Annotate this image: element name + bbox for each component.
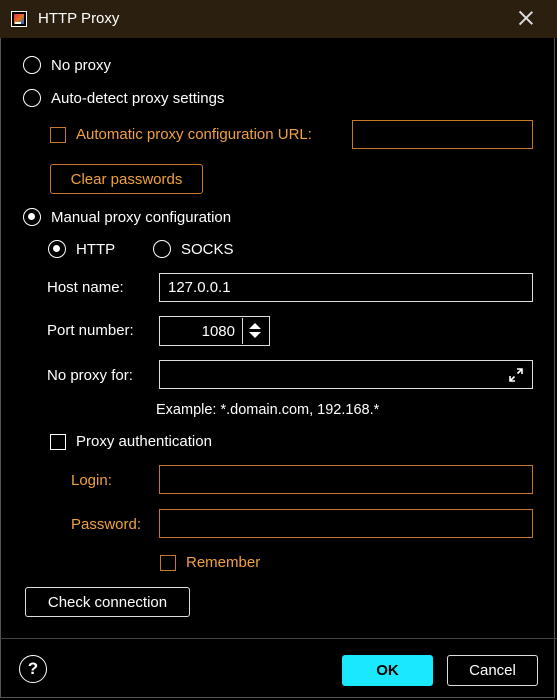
login-label: Login: [71,472,112,489]
checkbox-remember-box[interactable] [160,554,176,571]
radio-no-proxy-indicator[interactable] [23,56,41,74]
auto-config-url-input[interactable] [352,120,533,149]
footer-divider [0,638,557,639]
password-input[interactable] [159,509,533,538]
radio-http-label: HTTP [76,240,116,258]
cancel-button[interactable]: Cancel [447,655,538,686]
help-icon[interactable]: ? [19,655,47,683]
radio-auto-detect[interactable]: Auto-detect proxy settings [23,89,224,107]
checkbox-proxy-auth-box[interactable] [50,433,66,450]
checkbox-proxy-auth[interactable]: Proxy authentication [50,433,212,450]
radio-no-proxy[interactable]: No proxy [23,56,111,74]
no-proxy-example-hint: Example: *.domain.com, 192.168.* [156,402,380,418]
radio-auto-detect-indicator[interactable] [23,89,41,107]
checkbox-remember-label: Remember [186,554,261,571]
host-name-input[interactable]: 127.0.0.1 [159,273,533,302]
checkbox-proxy-auth-label: Proxy authentication [76,433,212,450]
window-title: HTTP Proxy [38,10,120,27]
no-proxy-for-input[interactable] [159,360,533,389]
no-proxy-for-label: No proxy for: [47,367,133,384]
port-number-value: 1080 [201,322,235,340]
login-input[interactable] [159,465,533,494]
radio-manual-indicator[interactable] [23,208,41,226]
expand-icon[interactable] [508,367,524,383]
radio-socks[interactable]: SOCKS [153,240,234,258]
close-icon[interactable] [518,10,534,26]
port-stepper-icon[interactable] [242,318,267,344]
host-name-label: Host name: [47,279,124,296]
radio-auto-detect-label: Auto-detect proxy settings [51,89,225,107]
radio-no-proxy-label: No proxy [51,56,112,74]
port-number-label: Port number: [47,322,134,339]
password-label: Password: [71,516,142,533]
radio-http-indicator[interactable] [48,240,66,258]
radio-socks-indicator[interactable] [153,240,171,258]
intellij-idea-icon [11,11,27,27]
radio-socks-label: SOCKS [181,240,234,258]
port-number-input[interactable]: 1080 [159,316,270,346]
checkbox-remember[interactable]: Remember [160,554,260,571]
radio-http[interactable]: HTTP [48,240,115,258]
radio-manual-label: Manual proxy configuration [51,208,232,226]
checkbox-auto-config-url-box[interactable] [50,126,66,143]
clear-passwords-button[interactable]: Clear passwords [50,164,203,194]
title-bar: HTTP Proxy [0,0,557,38]
check-connection-button[interactable]: Check connection [25,587,190,617]
radio-manual[interactable]: Manual proxy configuration [23,208,231,226]
ok-button[interactable]: OK [342,655,433,686]
checkbox-auto-config-url-label: Automatic proxy configuration URL: [76,126,312,143]
checkbox-auto-config-url[interactable]: Automatic proxy configuration URL: [50,126,312,143]
